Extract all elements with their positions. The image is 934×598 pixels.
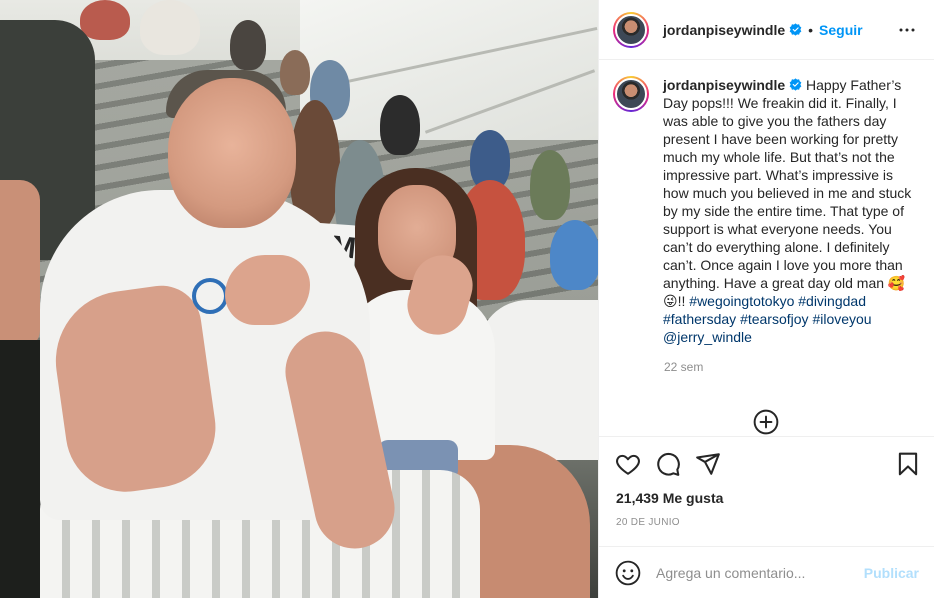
comment-composer: Publicar	[599, 546, 934, 598]
hashtag-link[interactable]: #tearsofjoy	[740, 311, 808, 327]
hashtag-link[interactable]: #wegoingtotokyo	[689, 293, 794, 309]
header-separator: •	[808, 21, 814, 38]
hashtag-link[interactable]: #fathersday	[663, 311, 736, 327]
crowd-person	[140, 0, 200, 55]
caption-body: Happy Father’s Day pops!!! We freakin di…	[663, 77, 912, 291]
hashtag-link[interactable]: #divingdad	[798, 293, 866, 309]
author-username[interactable]: jordanpiseywindle	[663, 22, 785, 38]
crowd-person	[380, 95, 420, 155]
save-icon[interactable]	[895, 451, 921, 477]
heart-icon[interactable]	[615, 451, 641, 477]
crowd-person	[230, 20, 266, 70]
post-header: jordanpiseywindle • Seguir	[599, 0, 934, 60]
verified-badge-icon	[789, 23, 802, 36]
man-face	[168, 78, 296, 228]
crowd-person	[530, 150, 570, 220]
mention-link[interactable]: @jerry_windle	[663, 329, 752, 345]
post-date[interactable]: 20 DE JUNIO	[616, 517, 680, 528]
more-options-icon[interactable]	[897, 21, 917, 39]
post-side-panel: jordanpiseywindle • Seguir jordanpiseywi…	[598, 0, 934, 598]
caption-author-username[interactable]: jordanpiseywindle	[663, 77, 785, 93]
hashtag-link[interactable]: #iloveyou	[812, 311, 871, 327]
action-bar	[599, 436, 934, 488]
caption-text: jordanpiseywindle Happy Father’s Day pop…	[663, 76, 919, 346]
comment-icon[interactable]	[655, 451, 681, 477]
author-avatar[interactable]	[613, 11, 649, 48]
verified-badge-icon	[789, 78, 802, 91]
follow-button[interactable]: Seguir	[819, 22, 863, 38]
emoji-icon[interactable]	[615, 560, 641, 586]
crowd-person-right	[478, 300, 598, 460]
load-more-plus-icon[interactable]	[753, 409, 779, 435]
olympic-rings-logo	[192, 278, 228, 314]
tattooed-arm	[0, 180, 40, 350]
crowd-person	[550, 220, 598, 290]
caption: jordanpiseywindle Happy Father’s Day pop…	[613, 76, 919, 346]
share-icon[interactable]	[695, 451, 721, 477]
likes-count[interactable]: 21,439 Me gusta	[616, 490, 723, 506]
crowd-person	[280, 50, 310, 95]
comment-input[interactable]	[656, 564, 846, 581]
comments-section: jordanpiseywindle Happy Father’s Day pop…	[599, 60, 934, 436]
caption-body-end: !!	[677, 293, 690, 309]
crowd-person	[80, 0, 130, 40]
publish-button[interactable]: Publicar	[864, 565, 919, 581]
post-photo[interactable]: TEAM	[0, 0, 598, 598]
caption-time[interactable]: 22 sem	[664, 360, 919, 374]
caption-author-avatar[interactable]	[613, 76, 649, 112]
